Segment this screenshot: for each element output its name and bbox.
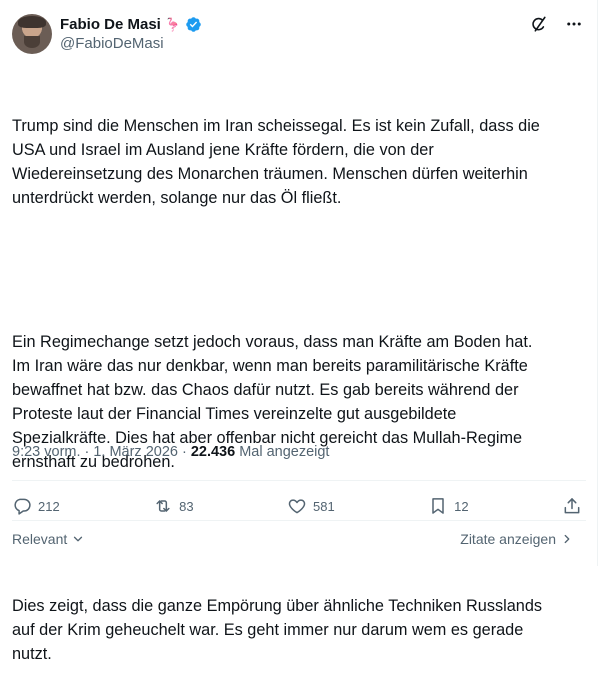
like-button[interactable]: 581 bbox=[287, 496, 335, 516]
replies-footer: Relevant Zitate anzeigen bbox=[12, 530, 574, 548]
repost-count: 83 bbox=[179, 498, 194, 514]
bookmark-icon bbox=[432, 498, 444, 514]
tweet-meta: 9:23 vorm. · 1. März 2026 · 22.436 Mal a… bbox=[12, 444, 329, 460]
author-name-row: Fabio De Masi 🦩 bbox=[60, 14, 202, 34]
meta-separator: · bbox=[84, 444, 90, 460]
divider-top bbox=[12, 480, 586, 481]
views-count: 22.436 bbox=[190, 444, 236, 460]
tweet-paragraph-3: Dies zeigt, dass die ganze Empörung über… bbox=[12, 597, 543, 663]
repost-icon bbox=[156, 500, 170, 512]
sort-label: Relevant bbox=[12, 531, 68, 547]
bookmark-count: 12 bbox=[454, 498, 469, 514]
tweet-date[interactable]: 1. März 2026 bbox=[93, 444, 178, 460]
repost-button[interactable]: 83 bbox=[153, 496, 194, 516]
meta-separator: · bbox=[181, 444, 187, 460]
like-count: 581 bbox=[312, 498, 335, 514]
share-button[interactable] bbox=[562, 496, 582, 516]
chevron-down-icon bbox=[74, 536, 83, 542]
tweet-paragraph-1: Trump sind die Menschen im Iran scheisse… bbox=[12, 117, 540, 207]
avatar[interactable] bbox=[12, 14, 52, 54]
divider-bottom bbox=[12, 520, 586, 521]
heart-icon bbox=[288, 499, 306, 514]
grok-icon[interactable] bbox=[528, 14, 548, 34]
verified-badge-icon bbox=[185, 16, 202, 33]
reply-icon bbox=[14, 498, 31, 515]
tweet-time[interactable]: 9:23 vorm. bbox=[12, 444, 81, 460]
avatar-hair bbox=[18, 16, 46, 28]
tweet-text: Trump sind die Menschen im Iran scheisse… bbox=[12, 66, 582, 690]
flamingo-emoji: 🦩 bbox=[164, 16, 182, 32]
avatar-beard bbox=[24, 36, 40, 48]
tweet-header: Fabio De Masi 🦩 @FabioDeMasi bbox=[12, 12, 586, 56]
share-icon bbox=[564, 498, 580, 514]
more-options-icon[interactable] bbox=[564, 14, 584, 34]
view-quotes-link[interactable]: Zitate anzeigen bbox=[460, 531, 574, 547]
reply-button[interactable]: 212 bbox=[12, 496, 60, 516]
quotes-label: Zitate anzeigen bbox=[460, 531, 556, 547]
reply-count: 212 bbox=[38, 498, 60, 514]
author-handle[interactable]: @FabioDeMasi bbox=[60, 35, 164, 52]
bookmark-button[interactable]: 12 bbox=[428, 496, 469, 516]
views-label: Mal angezeigt bbox=[239, 444, 330, 460]
action-bar: 212 83 581 12 bbox=[12, 494, 582, 518]
header-actions bbox=[528, 14, 584, 34]
sort-replies-dropdown[interactable]: Relevant bbox=[12, 531, 85, 547]
chevron-right-icon bbox=[564, 534, 570, 544]
author-name[interactable]: Fabio De Masi bbox=[60, 16, 161, 33]
